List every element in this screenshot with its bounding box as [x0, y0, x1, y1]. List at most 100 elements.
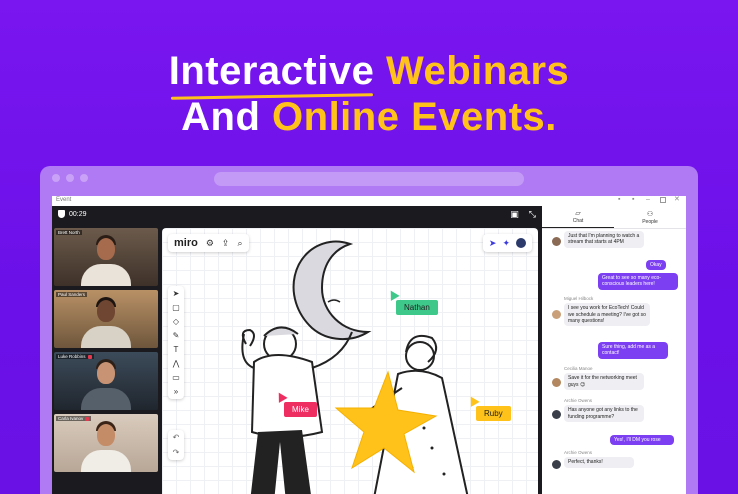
- message-bubble: Just that I'm planning to watch a stream…: [564, 231, 644, 248]
- event-app: Event ▪ ▪ – ✕ 00:29 ▣ ⤡ Brett North Paul…: [52, 196, 686, 494]
- cursor-tag-label: Ruby: [484, 409, 503, 418]
- tab-people-label: People: [642, 218, 658, 225]
- chat-toggle-icon[interactable]: ▣: [510, 209, 519, 220]
- draw-icon[interactable]: ⋀: [173, 359, 180, 368]
- participant-name-badge: Paul Sanders: [56, 292, 88, 297]
- close-dot[interactable]: [52, 174, 60, 182]
- select-icon[interactable]: ➤: [173, 289, 180, 298]
- chat-message: Archie Owens Perfect, thanks!: [552, 450, 634, 469]
- event-timer: 00:29: [58, 210, 87, 218]
- participant-name-badge: Carla Ivanov: [56, 416, 92, 421]
- message-bubble: I see you work for EcoTech! Could we sch…: [564, 303, 650, 327]
- history-palette: ↶ ↷: [168, 430, 184, 460]
- muted-mic-icon: [87, 354, 92, 359]
- headline-line-1: Interactive Webinars: [0, 48, 738, 94]
- participant-name: Carla Ivanov: [58, 416, 84, 421]
- collaboration-toolbar: ➤ ✦: [482, 234, 532, 252]
- app-window-controls: ▪ ▪ – ✕: [618, 196, 680, 203]
- minimize-dot[interactable]: [66, 174, 74, 182]
- chat-message: Great to see so many eco-conscious leade…: [598, 273, 678, 290]
- avatar: [552, 410, 561, 419]
- headline-webinars: Webinars: [385, 49, 570, 93]
- cursor-tag-label: Nathan: [404, 303, 430, 312]
- pen-icon[interactable]: ✎: [173, 331, 180, 340]
- share-icon[interactable]: ▪: [632, 196, 638, 203]
- undo-icon[interactable]: ↶: [173, 433, 180, 442]
- chat-message: Okay: [646, 260, 666, 271]
- settings-icon[interactable]: ⚙: [206, 238, 214, 249]
- participant-face: [97, 238, 115, 260]
- message-sender: Cecilia Manoe: [564, 366, 593, 371]
- video-tile[interactable]: Brett North: [54, 228, 158, 286]
- message-bubble: Perfect, thanks!: [564, 457, 634, 468]
- tab-people[interactable]: ⚇ People: [614, 206, 686, 228]
- user-avatar[interactable]: [516, 238, 526, 248]
- participant-name: Paul Sanders: [58, 292, 86, 297]
- video-tile[interactable]: Carla Ivanov: [54, 414, 158, 472]
- participant-face: [97, 300, 115, 322]
- hero-banner: Interactive Webinars And Online Events. …: [0, 0, 738, 494]
- minimize-icon[interactable]: –: [646, 196, 652, 203]
- headline-line-2: And Online Events.: [0, 94, 738, 140]
- people-icon: ⚇: [646, 210, 654, 218]
- shield-icon: [58, 210, 65, 218]
- message-bubble: Has anyone got any links to the funding …: [564, 405, 644, 422]
- celebrate-icon[interactable]: ✦: [502, 238, 510, 249]
- maximize-icon[interactable]: [660, 197, 666, 203]
- window-controls: [52, 174, 88, 182]
- message-sender: Archie Owens: [564, 450, 593, 455]
- cursor-tag-ruby: Ruby: [476, 406, 511, 421]
- participant-videos: Brett North Paul Sanders Luke Robbins Ca…: [54, 228, 158, 476]
- timer-value: 00:29: [69, 210, 87, 218]
- headline-online-events: Online Events.: [272, 95, 557, 139]
- more-tools-icon[interactable]: »: [174, 387, 178, 396]
- event-topbar: 00:29 ▣ ⤡: [52, 206, 542, 224]
- avatar: [552, 237, 561, 246]
- headline: Interactive Webinars And Online Events.: [0, 48, 738, 140]
- participant-name: Brett North: [58, 230, 80, 235]
- tab-chat-label: Chat: [572, 218, 584, 224]
- pin-icon[interactable]: ▪: [618, 196, 624, 203]
- message-sender: Archie Owens: [564, 398, 593, 403]
- tab-chat[interactable]: ▱ Chat: [542, 206, 614, 228]
- cursor-tag-label: Mike: [292, 405, 309, 414]
- video-tile[interactable]: Paul Sanders: [54, 290, 158, 348]
- headline-interactive: Interactive: [168, 49, 375, 93]
- muted-mic-icon: [85, 416, 90, 421]
- participant-name: Luke Robbins: [58, 354, 86, 359]
- message-bubble: Great to see so many eco-conscious leade…: [598, 273, 678, 290]
- whiteboard[interactable]: miro ⚙ ⇪ ⌕ ➤ ✦ ➤ ▢ ◇ ✎ T ⋀ ▭ » ↶ ↷ Natha…: [162, 228, 538, 494]
- app-window-title: Event: [56, 197, 72, 203]
- chat-panel: ▱ Chat ⚇ People Just that I'm planning to …: [542, 206, 686, 494]
- redo-icon[interactable]: ↷: [173, 448, 180, 457]
- upload-icon[interactable]: ⇪: [222, 238, 230, 249]
- text-icon[interactable]: T: [174, 345, 179, 354]
- maximize-dot[interactable]: [80, 174, 88, 182]
- close-icon[interactable]: ✕: [674, 196, 680, 203]
- chat-message: Sure thing, add me as a contact!: [598, 342, 668, 359]
- url-bar[interactable]: [214, 172, 524, 186]
- participant-name-badge: Luke Robbins: [56, 354, 94, 359]
- participant-body: [81, 388, 131, 410]
- sticky-note-icon[interactable]: ▢: [172, 303, 180, 312]
- participant-face: [97, 424, 115, 446]
- cursor-follow-icon[interactable]: ➤: [489, 238, 497, 249]
- message-sender: Miguel Hilbock: [564, 296, 594, 301]
- participant-body: [81, 264, 131, 286]
- miro-logo: miro: [174, 237, 198, 249]
- message-bubble: Yes!, I'll DM you rose: [610, 435, 674, 446]
- collapse-icon[interactable]: ⤡: [529, 209, 536, 220]
- avatar: [552, 460, 561, 469]
- participant-body: [81, 450, 131, 472]
- shapes-icon[interactable]: ◇: [173, 317, 179, 326]
- message-bubble: Sure thing, add me as a contact!: [598, 342, 668, 359]
- participant-face: [97, 362, 115, 384]
- chat-tabs: ▱ Chat ⚇ People: [542, 206, 686, 229]
- message-bubble: Okay: [646, 260, 666, 271]
- search-icon[interactable]: ⌕: [237, 238, 242, 249]
- comment-icon[interactable]: ▭: [172, 373, 180, 382]
- whiteboard-illustration: [241, 240, 469, 494]
- video-tile[interactable]: Luke Robbins: [54, 352, 158, 410]
- avatar: [552, 310, 561, 319]
- chat-message: Miguel Hilbock I see you work for EcoTec…: [552, 296, 650, 327]
